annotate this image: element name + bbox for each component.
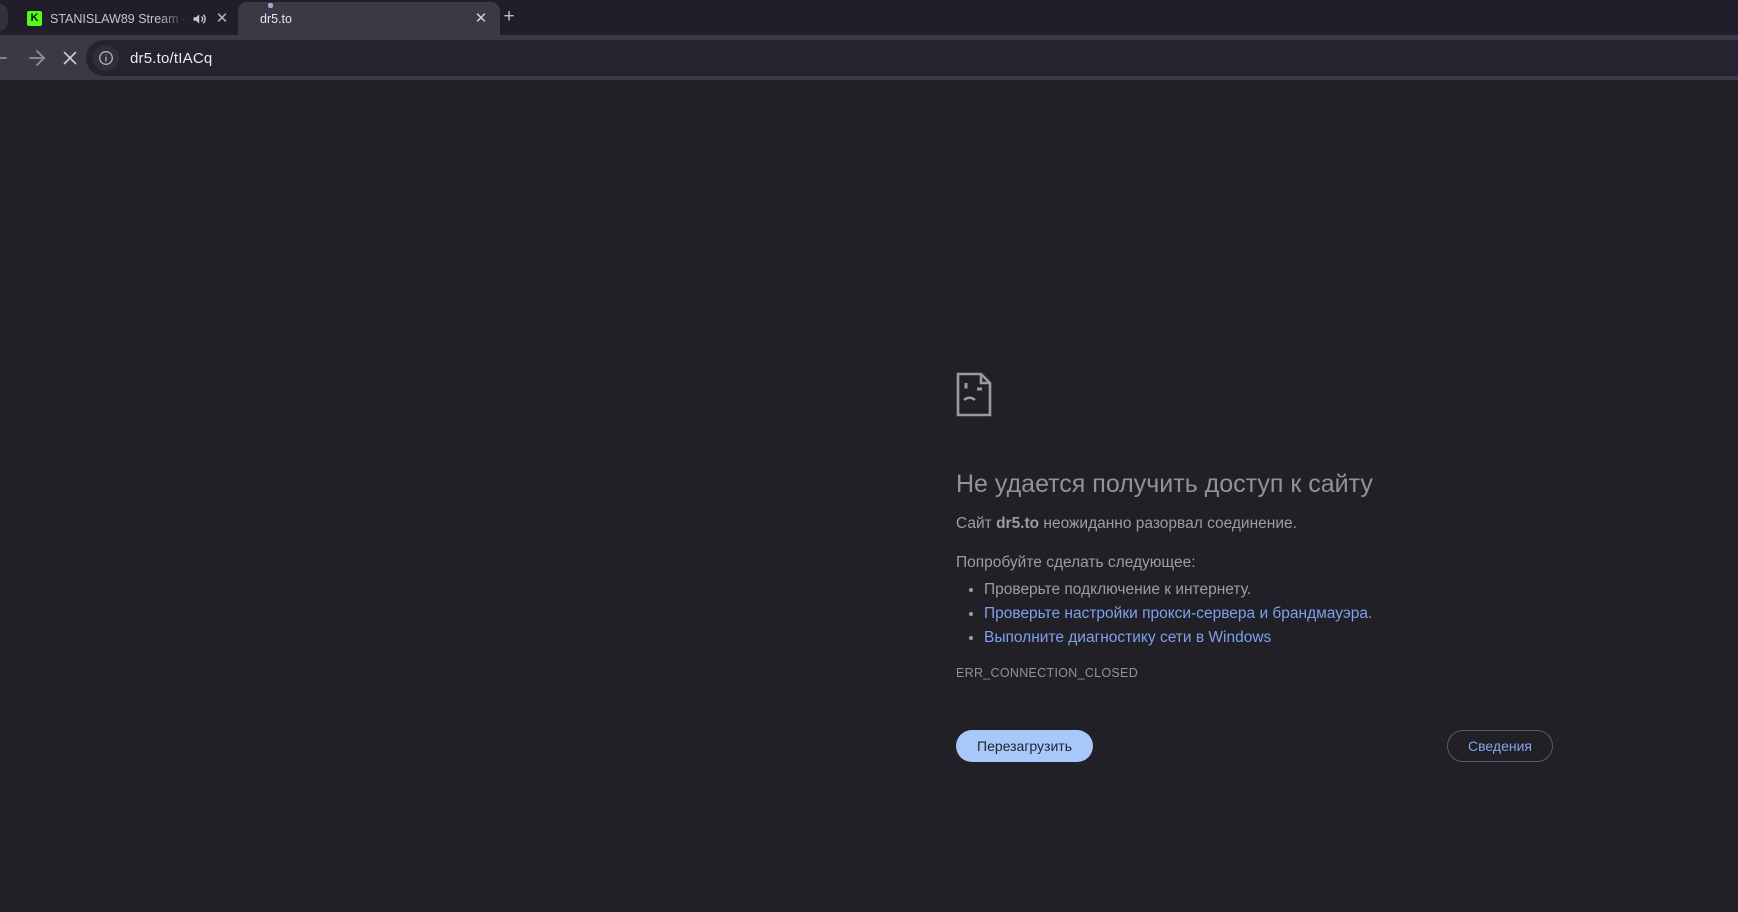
error-message-suffix: неожиданно разорвал соединение. <box>1039 515 1297 532</box>
back-button-icon[interactable] <box>0 46 10 70</box>
tab-favicon-fragment <box>268 3 273 8</box>
details-button[interactable]: Сведения <box>1447 730 1553 762</box>
suggestion-suffix: . <box>1368 605 1372 622</box>
site-info-icon[interactable] <box>93 45 119 71</box>
audio-playing-icon[interactable] <box>191 11 207 27</box>
network-diagnostics-link[interactable]: Выполните диагностику сети в Windows <box>984 629 1271 646</box>
error-site-name: dr5.to <box>996 515 1039 532</box>
tab-stanislaw-stream[interactable]: K STANISLAW89 Stream - Wat ✕ <box>10 2 238 35</box>
browser-toolbar: dr5.to/tIACq <box>0 35 1738 80</box>
close-tab-icon[interactable]: ✕ <box>472 10 490 28</box>
proxy-settings-link[interactable]: Проверьте настройки прокси-сервера и бра… <box>984 605 1368 622</box>
tab-title: STANISLAW89 Stream - Wat <box>50 12 191 26</box>
tab-title: dr5.to <box>260 12 472 26</box>
close-tab-icon[interactable]: ✕ <box>213 10 231 28</box>
suggestions-list: Проверьте подключение к интернету. Прове… <box>956 578 1556 650</box>
error-title: Не удается получить доступ к сайту <box>956 468 1556 500</box>
error-message-prefix: Сайт <box>956 515 996 532</box>
suggestion-check-proxy: Проверьте настройки прокси-сервера и бра… <box>984 602 1556 626</box>
forward-button-icon[interactable] <box>26 46 50 70</box>
sad-page-icon <box>956 372 992 417</box>
tab-strip: K STANISLAW89 Stream - Wat ✕ dr5.to ✕ + <box>0 0 1738 35</box>
stop-loading-icon[interactable] <box>58 46 82 70</box>
suggestion-text: Проверьте подключение к интернету. <box>984 581 1251 598</box>
error-code: ERR_CONNECTION_CLOSED <box>956 666 1556 680</box>
error-page: Не удается получить доступ к сайту Сайт … <box>956 372 1556 762</box>
new-tab-button[interactable]: + <box>497 5 521 29</box>
url-text[interactable]: dr5.to/tIACq <box>130 50 212 67</box>
kick-favicon-icon: K <box>27 11 42 26</box>
error-message: Сайт dr5.to неожиданно разорвал соединен… <box>956 514 1556 534</box>
reload-button[interactable]: Перезагрузить <box>956 730 1093 762</box>
suggestion-run-diagnostics: Выполните диагностику сети в Windows <box>984 626 1556 650</box>
page-content: Не удается получить доступ к сайту Сайт … <box>0 80 1738 912</box>
suggestion-check-connection: Проверьте подключение к интернету. <box>984 578 1556 602</box>
tab-dr5to-active[interactable]: dr5.to ✕ <box>238 2 500 35</box>
address-bar[interactable]: dr5.to/tIACq <box>86 40 1738 76</box>
error-buttons-row: Перезагрузить Сведения <box>956 730 1553 762</box>
suggestions-label: Попробуйте сделать следующее: <box>956 554 1556 572</box>
cropped-tab-edge <box>0 4 8 31</box>
